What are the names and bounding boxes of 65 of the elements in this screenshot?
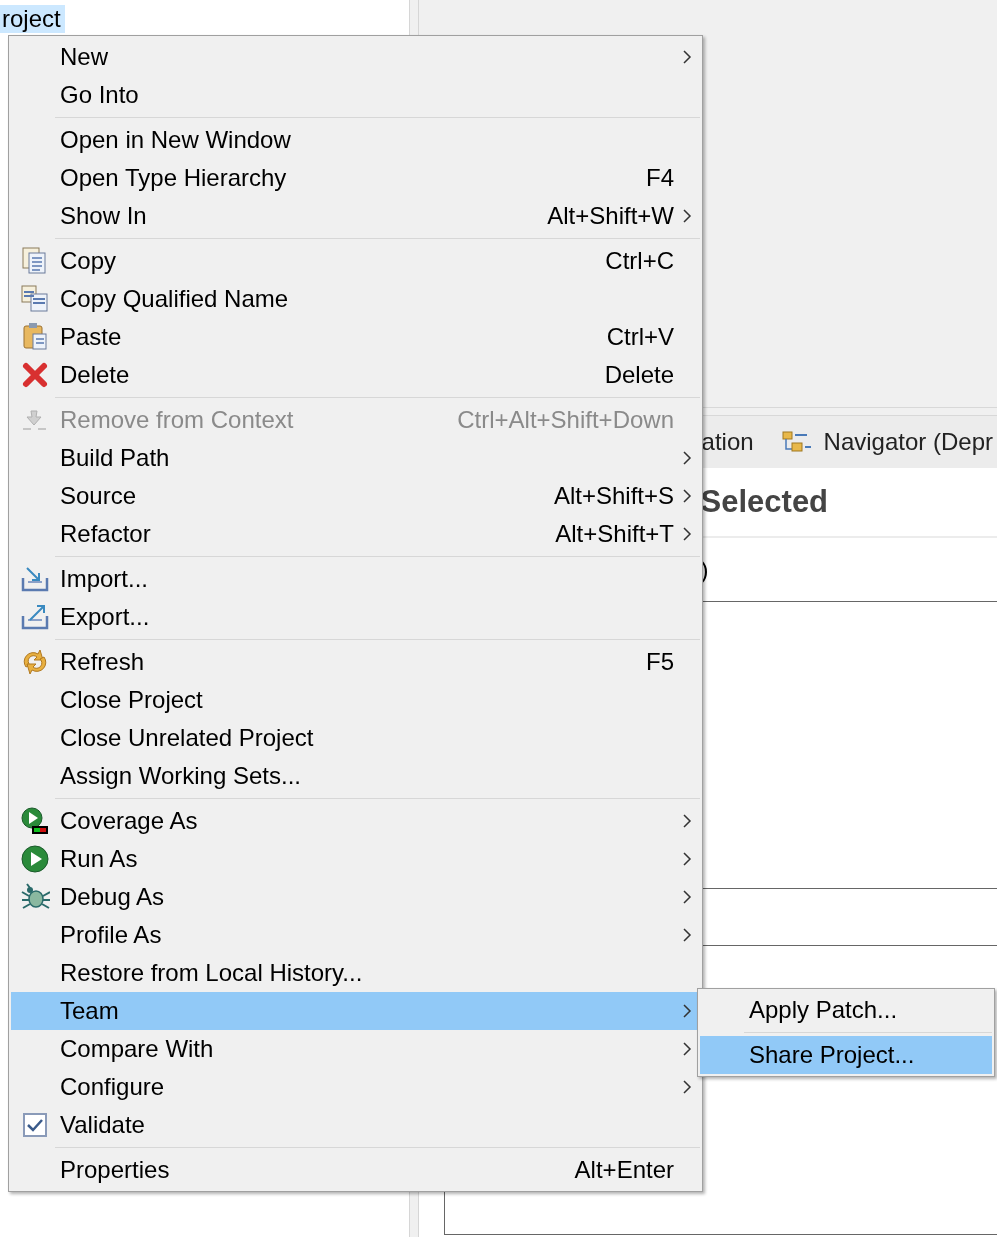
chevron-right-icon [682,1003,692,1019]
menu-item[interactable]: Import... [11,560,700,598]
menu-item[interactable]: Restore from Local History... [11,954,700,992]
shortcut-label: Alt+Shift+W [547,201,674,231]
menu-item[interactable]: Properties Alt+Enter [11,1151,700,1189]
shortcut-label: Ctrl+Alt+Shift+Down [457,405,674,435]
menu-item[interactable]: Source Alt+Shift+S [11,477,700,515]
copy-icon [20,284,50,314]
menu-item[interactable]: Compare With [11,1030,700,1068]
folder-tree-icon [781,431,812,453]
chevron-right-icon [682,927,692,943]
shortcut-label: Ctrl+V [606,322,674,352]
shortcut-label: Alt+Enter [574,1155,674,1185]
menu-item[interactable]: Assign Working Sets... [11,757,700,795]
chevron-right-icon [682,450,692,466]
chevron-right-icon [682,813,692,829]
clipboard-icon [20,322,50,352]
chevron-right-icon [682,1079,692,1095]
shortcut-label: Alt+Shift+S [553,481,674,511]
chevron-right-icon [682,208,692,224]
chevron-right-icon [682,488,692,504]
shortcut-label: F5 [646,647,674,677]
shortcut-label: F4 [646,163,674,193]
menu-item[interactable]: Profile As [11,916,700,954]
run-icon [20,844,50,874]
shortcut-label: Delete [604,360,674,390]
menu-item[interactable]: Close Project [11,681,700,719]
tree-item[interactable]: roject [0,5,65,33]
menu-item[interactable]: Copy Ctrl+C [11,242,700,280]
menu-item[interactable]: Delete Delete [11,356,700,394]
chevron-right-icon [682,889,692,905]
menu-item[interactable]: Refactor Alt+Shift+T [11,515,700,553]
view-heading: Selected [700,482,829,521]
checkbox-icon [20,1110,50,1140]
menu-item[interactable]: Paste Ctrl+V [11,318,700,356]
chevron-right-icon [682,851,692,867]
menu-item[interactable]: Debug As [11,878,700,916]
menu-item[interactable]: Apply Patch... [700,991,992,1029]
menu-item[interactable]: Open Type Hierarchy F4 [11,159,700,197]
chevron-right-icon [682,526,692,542]
shortcut-label: Alt+Shift+T [555,519,674,549]
menu-item[interactable]: Open in New Window [11,121,700,159]
menu-item[interactable]: Export... [11,598,700,636]
export-icon [20,602,50,632]
menu-item[interactable]: Team [11,992,700,1030]
menu-item[interactable]: Run As [11,840,700,878]
menu-item[interactable]: New [11,38,700,76]
shortcut-label: Ctrl+C [605,246,674,276]
menu-item[interactable]: Validate [11,1106,700,1144]
menu-item[interactable]: Refresh F5 [11,643,700,681]
menu-item[interactable]: Close Unrelated Project [11,719,700,757]
menu-item[interactable]: Show In Alt+Shift+W [11,197,700,235]
menu-item[interactable]: Build Path [11,439,700,477]
menu-item[interactable]: Configure [11,1068,700,1106]
menu-item[interactable]: Coverage As [11,802,700,840]
menu-item[interactable]: Share Project... [700,1036,992,1074]
delete-icon [20,360,50,390]
menu-item[interactable]: Copy Qualified Name [11,280,700,318]
import-icon [20,564,50,594]
bug-icon [20,882,50,912]
view-tab[interactable]: Navigator (Depr [777,416,997,468]
chevron-right-icon [682,1041,692,1057]
menu-item[interactable]: Go Into [11,76,700,114]
coverage-icon [20,806,50,836]
chevron-right-icon [682,49,692,65]
